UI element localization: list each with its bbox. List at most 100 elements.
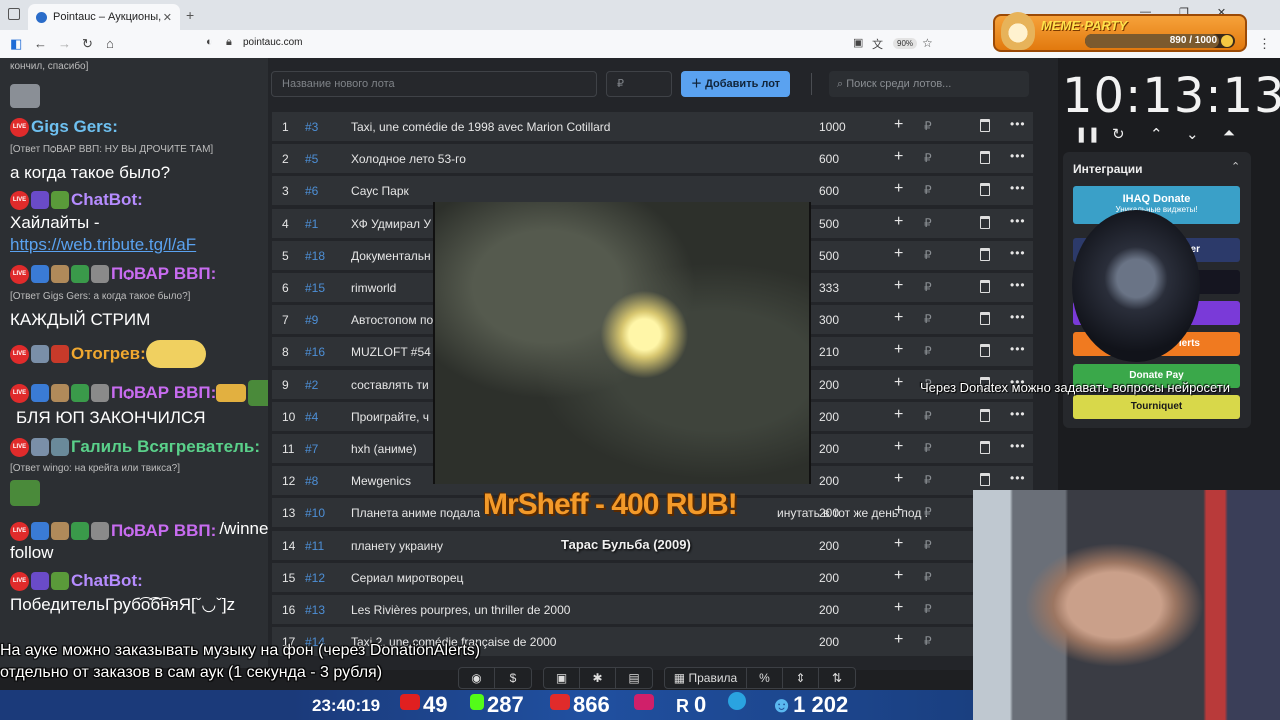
lot-name[interactable]: Mewgenics	[351, 474, 411, 488]
sidebar-toggle-icon[interactable]: ◧	[10, 36, 22, 52]
lot-currency[interactable]: ₽	[924, 441, 932, 455]
lot-name[interactable]: hxh (аниме)	[351, 442, 417, 456]
add-amount-icon[interactable]: +	[894, 599, 903, 617]
tourniquet-button[interactable]: Tourniquet	[1073, 395, 1240, 419]
lot-amount[interactable]: 333	[819, 281, 839, 295]
zoom-indicator[interactable]: 90%	[893, 38, 918, 49]
lot-menu-icon[interactable]: •••	[1010, 181, 1026, 195]
add-amount-icon[interactable]: +	[894, 567, 903, 585]
add-amount-icon[interactable]: +	[894, 341, 903, 359]
add-amount-icon[interactable]: +	[894, 277, 903, 295]
add-amount-icon[interactable]: +	[894, 374, 903, 392]
bookmark-star-icon[interactable]: ☆	[922, 36, 933, 50]
reset-timer-icon[interactable]: ↻	[1112, 125, 1125, 143]
forward-icon[interactable]: →	[58, 36, 71, 51]
lot-menu-icon[interactable]: •••	[1010, 246, 1026, 260]
lot-currency[interactable]: ₽	[924, 280, 932, 294]
timer-max-icon[interactable]: ⏶	[1223, 125, 1235, 142]
lot-currency[interactable]: ₽	[924, 505, 932, 519]
lot-menu-icon[interactable]: •••	[1010, 310, 1026, 324]
delete-lot-icon[interactable]	[980, 473, 990, 487]
split-icon[interactable]: ⇕	[783, 668, 819, 688]
lot-amount[interactable]: 200	[819, 603, 839, 617]
lot-amount[interactable]: 200	[819, 539, 839, 553]
add-amount-icon[interactable]: +	[894, 245, 903, 263]
lot-menu-icon[interactable]: •••	[1010, 407, 1026, 421]
delete-lot-icon[interactable]	[980, 344, 990, 358]
delete-lot-icon[interactable]	[980, 151, 990, 165]
add-amount-icon[interactable]: +	[894, 631, 903, 649]
lot-menu-icon[interactable]: •••	[1010, 439, 1026, 453]
lot-name[interactable]: Холодное лето 53-го	[351, 152, 466, 166]
lot-currency[interactable]: ₽	[924, 570, 932, 584]
delete-lot-icon[interactable]	[980, 215, 990, 229]
sort-icon[interactable]: ⇅	[819, 668, 855, 688]
github-icon[interactable]: ◉	[459, 668, 495, 688]
add-amount-icon[interactable]: +	[894, 213, 903, 231]
lot-currency[interactable]: ₽	[924, 634, 932, 648]
lot-search-input[interactable]: ⌕ Поиск среди лотов...	[829, 71, 1029, 97]
add-amount-icon[interactable]: +	[894, 470, 903, 488]
add-amount-icon[interactable]: +	[894, 406, 903, 424]
lot-amount[interactable]: 200	[819, 474, 839, 488]
add-amount-icon[interactable]: +	[894, 148, 903, 166]
lot-name[interactable]: Документальн	[351, 249, 431, 263]
history-icon[interactable]: ▤	[616, 668, 652, 688]
percent-icon[interactable]: %	[747, 668, 783, 688]
tab-actions-icon[interactable]	[8, 8, 20, 20]
add-amount-icon[interactable]: +	[894, 438, 903, 456]
add-lot-button[interactable]: ＋ Добавить лот	[681, 71, 790, 97]
lot-currency[interactable]: ₽	[924, 183, 932, 197]
lot-amount[interactable]: 1000	[819, 120, 846, 134]
lot-name[interactable]: Проиграйте, ч	[351, 410, 429, 424]
lot-name[interactable]: Les Rivières pourpres, un thriller de 20…	[351, 603, 570, 617]
lot-amount[interactable]: 200	[819, 635, 839, 649]
translate-icon[interactable]: 文	[872, 36, 883, 52]
lot-name[interactable]: rimworld	[351, 281, 396, 295]
address-bar[interactable]: pointauc.com	[243, 37, 302, 48]
lot-name[interactable]: Саус Парк	[351, 184, 409, 198]
lot-amount[interactable]: 300	[819, 313, 839, 327]
lot-currency[interactable]: ₽	[924, 248, 932, 262]
delete-lot-icon[interactable]	[980, 312, 990, 326]
lot-currency[interactable]: ₽	[924, 312, 932, 326]
back-icon[interactable]: ←	[34, 36, 47, 51]
timer-decrease-icon[interactable]: ⌄	[1186, 125, 1199, 143]
lot-name[interactable]: Автостопом по	[351, 313, 433, 327]
lot-menu-icon[interactable]: •••	[1010, 342, 1026, 356]
browser-tab[interactable]: Pointauc – Аукционы, лотереи ✕	[28, 4, 180, 30]
lot-name[interactable]: планету украину	[351, 539, 443, 553]
pause-icon[interactable]: ❚❚	[1075, 125, 1100, 143]
lot-menu-icon[interactable]: •••	[1010, 214, 1026, 228]
lot-amount[interactable]: 200	[819, 571, 839, 585]
lot-amount[interactable]: 200	[819, 442, 839, 456]
lot-currency[interactable]: ₽	[924, 216, 932, 230]
lot-name[interactable]: составлять ти	[351, 378, 429, 392]
add-amount-icon[interactable]: +	[894, 116, 903, 134]
lot-currency[interactable]: ₽	[924, 538, 932, 552]
lot-menu-icon[interactable]: •••	[1010, 149, 1026, 163]
lot-currency[interactable]: ₽	[924, 344, 932, 358]
rules-button[interactable]: ▦ Правила	[665, 668, 747, 688]
chevron-up-icon[interactable]: ⌃	[1231, 160, 1240, 173]
lot-currency[interactable]: ₽	[924, 602, 932, 616]
add-amount-icon[interactable]: +	[894, 502, 903, 520]
lot-menu-icon[interactable]: •••	[1010, 278, 1026, 292]
lot-amount[interactable]: 200	[819, 506, 839, 520]
lot-currency[interactable]: ₽	[924, 409, 932, 423]
delete-lot-icon[interactable]	[980, 183, 990, 197]
home-icon[interactable]: ⌂	[106, 36, 114, 51]
lot-amount[interactable]: 600	[819, 184, 839, 198]
lot-currency[interactable]: ₽	[924, 151, 932, 165]
lot-amount[interactable]: 600	[819, 152, 839, 166]
reader-icon[interactable]: ▣	[853, 36, 863, 49]
lot-currency[interactable]: ₽	[924, 473, 932, 487]
delete-lot-icon[interactable]	[980, 408, 990, 422]
lot-amount[interactable]: 210	[819, 345, 839, 359]
lot-name[interactable]: Taxi, une comédie de 1998 avec Marion Co…	[351, 120, 610, 134]
delete-lot-icon[interactable]	[980, 247, 990, 261]
add-amount-icon[interactable]: +	[894, 309, 903, 327]
new-tab-icon[interactable]: +	[186, 7, 194, 23]
site-info-icon[interactable]: ◐	[206, 36, 213, 48]
lot-amount[interactable]: 200	[819, 410, 839, 424]
